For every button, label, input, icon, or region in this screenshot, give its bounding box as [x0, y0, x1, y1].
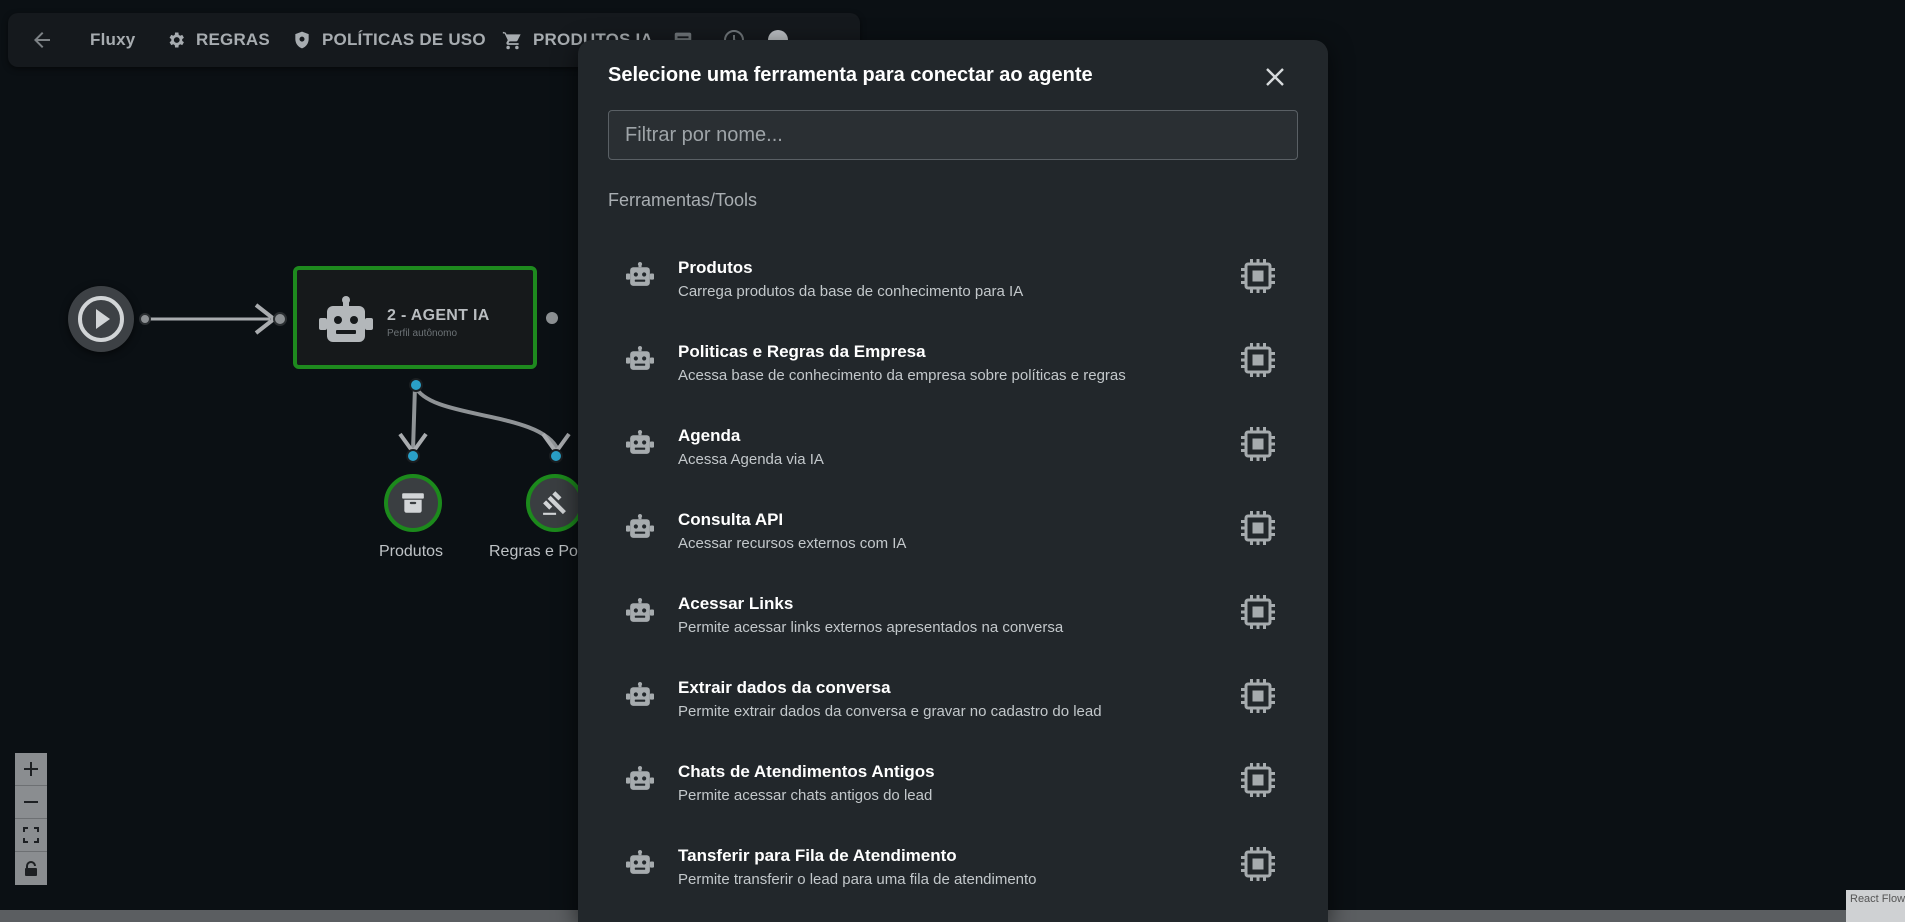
tool-item-name: Tansferir para Fila de Atendimento [678, 846, 957, 865]
robot-icon [626, 766, 654, 792]
tool-item[interactable]: Extrair dados da conversa Permite extrai… [608, 664, 1298, 748]
lock-button[interactable] [15, 852, 47, 885]
agent-node-title: 2 - AGENT IA [387, 307, 490, 324]
robot-icon [626, 598, 654, 624]
tool-item-name: Agenda [678, 426, 741, 445]
play-icon [78, 296, 124, 342]
robot-icon [319, 296, 373, 342]
tool-item[interactable]: Politicas e Regras da Empresa Acessa bas… [608, 328, 1298, 412]
tool-item[interactable]: Acessar Links Permite acessar links exte… [608, 580, 1298, 664]
tool-list: Produtos Carrega produtos da base de con… [608, 244, 1298, 916]
tool-item-name: Extrair dados da conversa [678, 678, 891, 697]
tool-item[interactable]: Tansferir para Fila de Atendimento Permi… [608, 832, 1298, 916]
tool-node-products[interactable] [384, 474, 442, 532]
chip-icon [1240, 594, 1276, 630]
fit-view-button[interactable] [15, 819, 47, 852]
start-node[interactable] [68, 286, 134, 352]
tool-node-rules[interactable] [526, 474, 584, 532]
robot-icon [626, 346, 654, 372]
tool-item-name: Politicas e Regras da Empresa [678, 342, 926, 361]
tool-item-description: Carrega produtos da base de conhecimento… [678, 283, 1024, 300]
tool-item[interactable]: Consulta API Acessar recursos externos c… [608, 496, 1298, 580]
tool-item-name: Chats de Atendimentos Antigos [678, 762, 935, 781]
plus-icon [24, 762, 38, 776]
robot-icon [626, 682, 654, 708]
modal-title: Selecione uma ferramenta para conectar a… [608, 64, 1093, 86]
filter-input[interactable] [608, 110, 1298, 160]
chip-icon [1240, 762, 1276, 798]
chip-icon [1240, 846, 1276, 882]
tool-item-description: Permite acessar chats antigos do lead [678, 787, 933, 804]
chip-icon [1240, 678, 1276, 714]
agent-node[interactable]: 2 - AGENT IA Perfil autônomo [293, 266, 537, 369]
archive-icon [402, 493, 424, 513]
lock-icon [25, 860, 37, 876]
chip-icon [1240, 426, 1276, 462]
robot-icon [626, 514, 654, 540]
tool-node-rules-label: Regras e Po [489, 543, 578, 560]
chip-icon [1240, 510, 1276, 546]
tool-item[interactable]: Produtos Carrega produtos da base de con… [608, 244, 1298, 328]
zoom-controls [15, 753, 47, 885]
tool-item-description: Permite extrair dados da conversa e grav… [678, 703, 1102, 720]
tool-item-name: Acessar Links [678, 594, 794, 613]
gavel-icon [543, 491, 566, 515]
tool-node-products-label: Produtos [379, 543, 444, 560]
chip-icon [1240, 258, 1276, 294]
minus-icon [24, 801, 38, 803]
tool-item-description: Acessa Agenda via IA [678, 451, 824, 468]
tool-item-name: Produtos [678, 258, 753, 277]
zoom-out-button[interactable] [15, 786, 47, 819]
tool-item-description: Acessa base de conhecimento da empresa s… [678, 367, 1126, 384]
agent-node-subtitle: Perfil autônomo [387, 328, 458, 339]
robot-icon [626, 850, 654, 876]
tool-item[interactable]: Chats de Atendimentos Antigos Permite ac… [608, 748, 1298, 832]
tool-item[interactable]: Agenda Acessa Agenda via IA [608, 412, 1298, 496]
tool-selection-modal: Selecione uma ferramenta para conectar a… [578, 40, 1328, 922]
tool-item-name: Consulta API [678, 510, 784, 529]
tool-item-description: Permite acessar links externos apresenta… [678, 619, 1064, 636]
tool-item-description: Acessar recursos externos com IA [678, 535, 907, 552]
robot-icon [626, 430, 654, 456]
chip-icon [1240, 342, 1276, 378]
close-icon [1266, 68, 1284, 86]
section-label: Ferramentas/Tools [608, 190, 758, 210]
close-button[interactable] [1260, 62, 1290, 92]
tool-item-description: Permite transferir o lead para uma fila … [678, 871, 1037, 888]
zoom-in-button[interactable] [15, 753, 47, 786]
robot-icon [626, 262, 654, 288]
react-flow-attribution[interactable]: React Flow [1846, 890, 1905, 922]
fullscreen-icon [23, 827, 39, 843]
